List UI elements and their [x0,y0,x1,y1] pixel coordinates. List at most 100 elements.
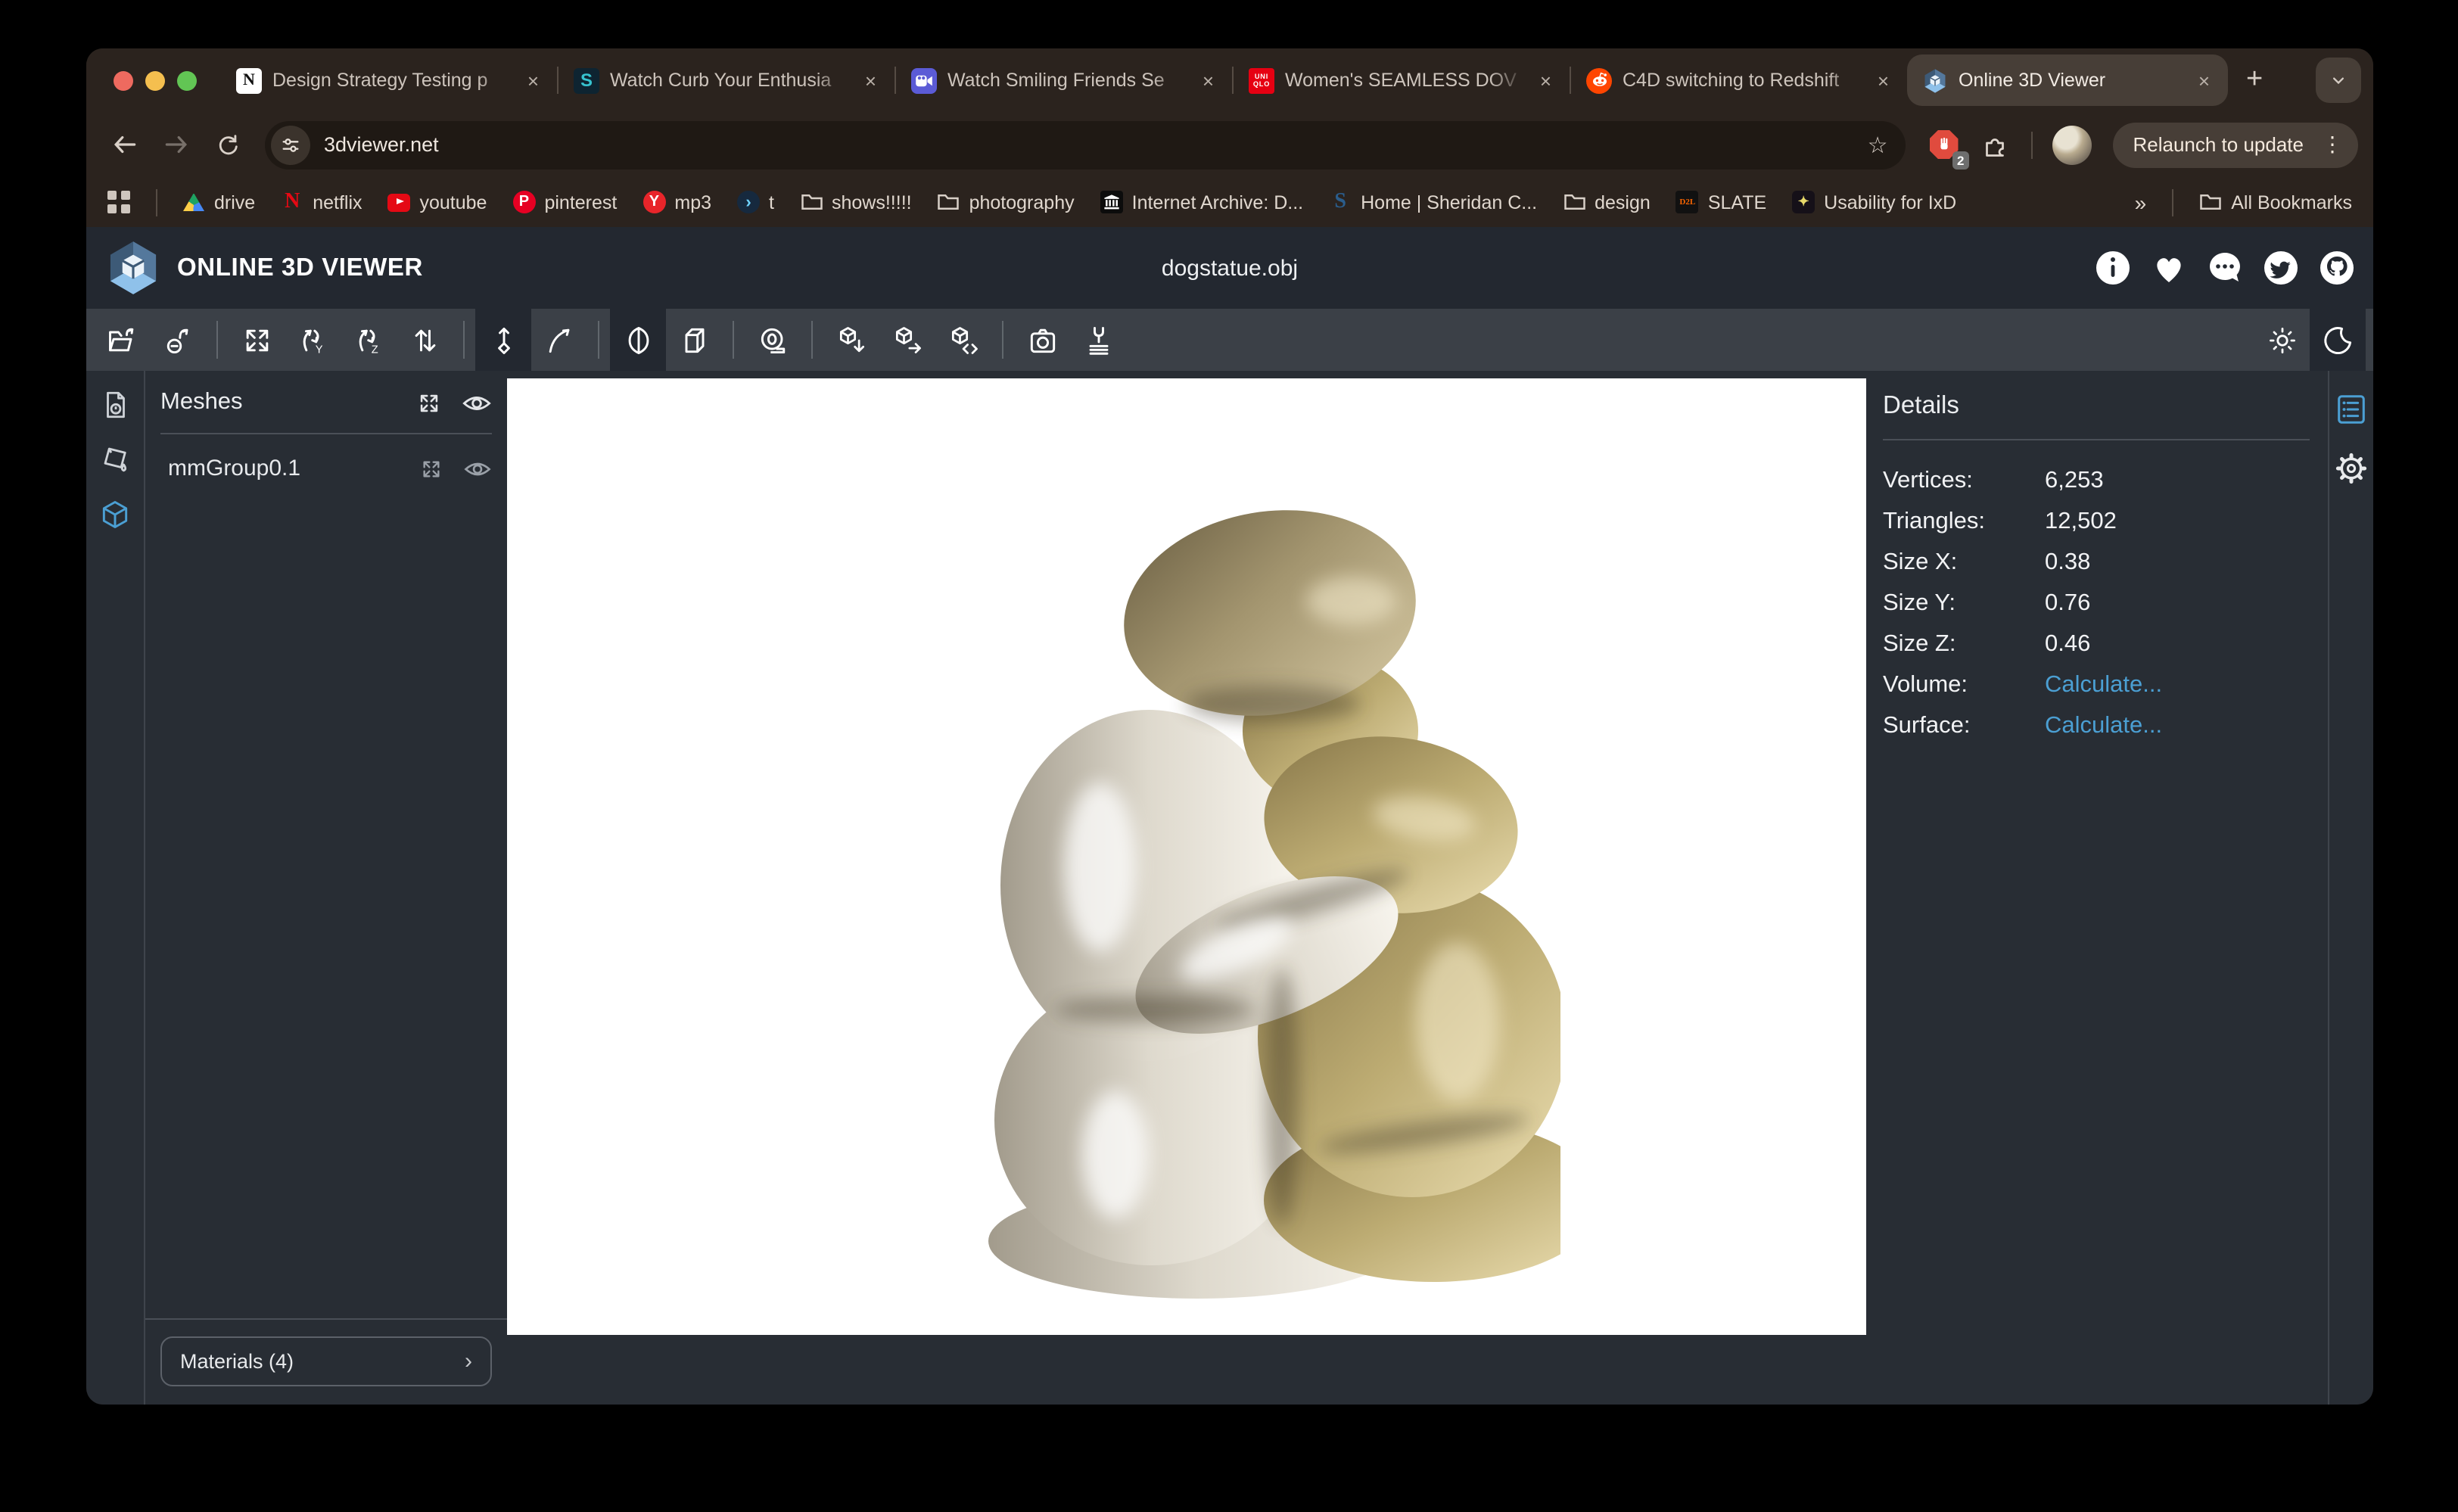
all-bookmarks-button[interactable]: All Bookmarks [2199,191,2352,213]
close-tab-icon[interactable]: × [1875,69,1892,92]
bookmark-folder-design[interactable]: design [1563,191,1651,213]
zoom-window-button[interactable] [177,70,197,90]
bookmark-mp3[interactable]: Ymp3 [643,191,711,213]
show-hide-mesh-icon[interactable] [463,458,492,479]
open-url-button[interactable] [150,309,206,371]
bookmarks-overflow-chevron[interactable]: » [2135,190,2147,214]
svg-text:Z: Z [371,344,378,356]
close-tab-icon[interactable]: × [862,69,879,92]
viewport-canvas[interactable] [507,378,1866,1335]
show-hide-all-meshes-icon[interactable] [462,391,492,414]
site-settings-icon[interactable] [271,125,310,164]
file-report-icon[interactable] [99,389,131,421]
calculate-volume-link[interactable]: Calculate... [2045,671,2162,698]
pinterest-icon: P [512,191,535,213]
model-dogstatue [970,507,1560,1302]
download-model-button[interactable] [823,309,879,371]
up-y-button[interactable]: Y [285,309,341,371]
back-button[interactable] [101,122,147,167]
details-list-icon[interactable] [2334,392,2369,427]
tab-smiling-friends[interactable]: Watch Smiling Friends Se × [896,48,1232,112]
toolbar-separator [733,321,734,359]
new-tab-button[interactable]: + [2246,64,2263,97]
app-logo-icon[interactable] [104,239,162,297]
tab-design-strategy[interactable]: N Design Strategy Testing p × [221,48,557,112]
snapshot-button[interactable] [1014,309,1070,371]
bookmark-netflix[interactable]: Nnetflix [281,191,362,213]
bookmark-sheridan[interactable]: SHome | Sheridan C... [1329,191,1537,213]
tab-curb-your-enthusiasm[interactable]: S Watch Curb Your Enthusia × [558,48,895,112]
export-model-button[interactable] [879,309,935,371]
panel-divider [1883,439,2310,440]
mesh-item-mmgroup[interactable]: mmGroup0.1 [160,450,492,487]
minimize-window-button[interactable] [145,70,165,90]
uniqlo-icon: UNIQLO [1249,67,1274,93]
twitter-icon[interactable] [2263,250,2299,286]
github-icon[interactable] [2319,250,2355,286]
extensions-button[interactable] [1972,122,2018,167]
bookmark-folder-photography[interactable]: photography [938,191,1075,213]
close-tab-icon[interactable]: × [1199,69,1217,92]
bookmark-internet-archive[interactable]: Internet Archive: D... [1100,191,1304,213]
relaunch-to-update-button[interactable]: Relaunch to update ⋮ [2113,122,2358,167]
close-tab-icon[interactable]: × [2195,69,2213,92]
flip-up-button[interactable] [397,309,453,371]
tab-search-chevron-button[interactable] [2316,58,2361,103]
embed-model-button[interactable] [935,309,991,371]
internet-archive-icon [1100,191,1123,213]
browser-menu-icon[interactable]: ⋮ [2313,132,2352,157]
up-z-button[interactable]: Z [341,309,397,371]
open-file-button[interactable] [94,309,150,371]
ixd-icon: ✦ [1792,191,1815,213]
folder-icon [800,192,823,212]
print-3d-button[interactable] [1070,309,1126,371]
tab-title: Watch Smiling Friends Se [947,70,1189,91]
online-3d-viewer-app: ONLINE 3D VIEWER dogstatue.obj Y [86,227,2373,1405]
light-theme-button[interactable] [2254,309,2310,371]
fit-view-button[interactable] [229,309,285,371]
heart-icon[interactable] [2151,250,2187,286]
profile-avatar[interactable] [2052,125,2092,164]
bookmark-slate[interactable]: D2LSLATE [1676,191,1766,213]
tab-title: Women's SEAMLESS DOV [1285,70,1526,91]
bookmark-usability-ixd[interactable]: ✦Usability for IxD [1792,191,1956,213]
address-bar[interactable]: 3dviewer.net ☆ [265,120,1906,169]
meshes-cube-icon[interactable] [98,498,132,531]
fit-all-meshes-icon[interactable] [416,390,442,415]
bookmark-folder-shows[interactable]: shows!!!!! [800,191,912,213]
measure-button[interactable] [745,309,801,371]
materials-paint-icon[interactable] [99,443,131,475]
calculate-surface-link[interactable]: Calculate... [2045,712,2162,739]
chat-icon[interactable] [2207,250,2243,286]
bookmark-youtube[interactable]: youtube [388,191,487,213]
fixed-up-vector-button[interactable] [475,309,531,371]
tab-online-3d-viewer[interactable]: Online 3D Viewer × [1907,54,2228,106]
url-text[interactable]: 3dviewer.net [324,133,1868,156]
address-toolbar: 3dviewer.net ☆ 2 Relaunch to update ⋮ [86,112,2373,177]
free-orbit-button[interactable] [531,309,587,371]
info-icon[interactable] [2095,250,2131,286]
toolbar-separator [598,321,599,359]
tab-c4d-redshift[interactable]: C4D switching to Redshift × [1571,48,1907,112]
smooth-shading-button[interactable] [610,309,666,371]
materials-label: Materials (4) [180,1350,294,1373]
close-window-button[interactable] [114,70,133,90]
d2l-icon: D2L [1676,191,1699,213]
forward-button[interactable] [153,122,198,167]
bookmark-star-icon[interactable]: ☆ [1868,131,1888,158]
tab-uniqlo[interactable]: UNIQLO Women's SEAMLESS DOV × [1234,48,1570,112]
close-tab-icon[interactable]: × [524,69,542,92]
close-tab-icon[interactable]: × [1537,69,1554,92]
apps-grid-icon[interactable] [107,191,129,213]
materials-expander-button[interactable]: Materials (4) › [160,1336,492,1386]
toolbar-separator [811,321,813,359]
settings-gear-icon[interactable] [2334,451,2369,486]
bookmark-drive[interactable]: drive [182,191,255,213]
adblock-extension-button[interactable]: 2 [1921,122,1966,167]
solid-shading-button[interactable] [666,309,722,371]
bookmark-pinterest[interactable]: Ppinterest [512,191,617,213]
bookmark-t[interactable]: ›t [737,191,774,213]
dark-theme-button[interactable] [2310,309,2366,371]
reload-button[interactable] [204,122,250,167]
fit-mesh-icon[interactable] [419,456,443,481]
